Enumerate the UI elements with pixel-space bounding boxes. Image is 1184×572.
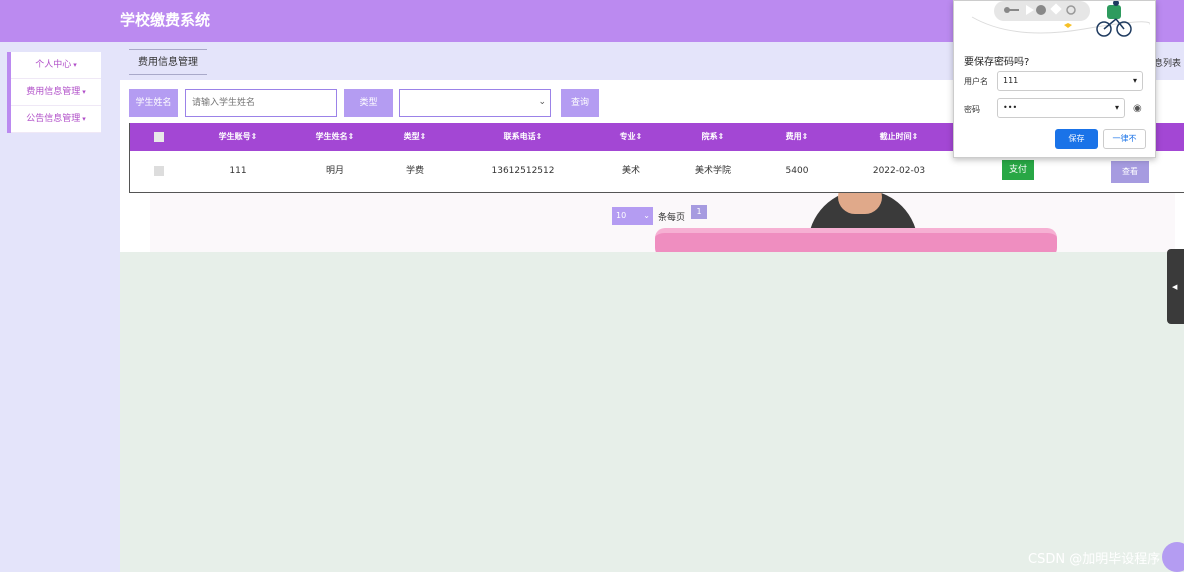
page-number-button[interactable]: 1 — [691, 205, 707, 219]
tab-list-fragment[interactable]: 息列表 — [1154, 56, 1181, 69]
save-password-popup: 要保存密码吗? 用户名 111 ▾ 密码 ••• ▾ ◉ 保存 一律不 — [953, 0, 1156, 158]
sort-icon: ⇕ — [635, 132, 643, 141]
floating-circle-button[interactable] — [1162, 542, 1184, 572]
type-select[interactable]: ⌄ — [399, 89, 551, 117]
caret-down-icon: ▾ — [82, 88, 86, 96]
page-size-select[interactable]: 10 ⌄ — [612, 207, 653, 225]
background-card-illustration — [655, 228, 1057, 252]
caret-down-icon: ▾ — [1132, 76, 1137, 85]
password-value: ••• — [1003, 103, 1018, 112]
cell-type: 学费 — [405, 166, 424, 176]
save-password-title: 要保存密码吗? — [964, 57, 1030, 68]
sort-icon: ⇕ — [911, 132, 919, 141]
caret-down-icon: ▾ — [1114, 103, 1119, 112]
sort-icon: ⇕ — [717, 132, 725, 141]
never-save-button[interactable]: 一律不 — [1103, 129, 1146, 149]
student-name-label: 学生姓名 — [129, 89, 178, 117]
page-size-value: 10 — [616, 211, 627, 220]
eye-icon[interactable]: ◉ — [1133, 103, 1142, 114]
column-header-fee[interactable]: 费用⇕ — [774, 123, 820, 151]
sidebar-item-label: 费用信息管理 — [26, 87, 81, 97]
cell-deadline: 2022-02-03 — [872, 166, 926, 176]
pay-button[interactable]: 支付 — [1002, 160, 1034, 180]
username-value: 111 — [1003, 76, 1019, 85]
username-field[interactable]: 111 ▾ — [997, 71, 1143, 91]
row-checkbox[interactable] — [154, 166, 164, 176]
sidebar-item-label: 公告信息管理 — [26, 114, 81, 124]
chevron-down-icon: ⌄ — [538, 97, 546, 107]
type-label: 类型 — [344, 89, 393, 117]
tab-fee-management[interactable]: 费用信息管理 — [129, 49, 207, 75]
password-field[interactable]: ••• ▾ — [997, 98, 1125, 118]
select-all-checkbox[interactable] — [154, 132, 164, 142]
sidebar-item-personal-center[interactable]: 个人中心 ▾ — [11, 52, 101, 79]
sidebar: 个人中心 ▾ 费用信息管理 ▾ 公告信息管理 ▾ — [7, 52, 101, 133]
watermark-text: CSDN @加明毕设程序 — [1028, 552, 1161, 567]
password-illustration — [971, 1, 1150, 37]
student-name-input[interactable] — [185, 89, 337, 117]
sort-icon: ⇕ — [250, 132, 258, 141]
column-header-student-account[interactable]: 学生账号⇕ — [203, 123, 273, 151]
cell-student-name: 明月 — [325, 166, 344, 176]
username-label: 用户名 — [964, 77, 988, 86]
column-header-type[interactable]: 类型⇕ — [390, 123, 440, 151]
column-header-phone[interactable]: 联系电话⇕ — [483, 123, 563, 151]
drawer-handle-icon: ◀ — [1172, 283, 1178, 291]
sidebar-item-label: 个人中心 — [35, 60, 72, 70]
caret-down-icon: ▾ — [82, 115, 86, 123]
column-header-department[interactable]: 院系⇕ — [690, 123, 736, 151]
cell-major: 美术 — [621, 166, 640, 176]
password-label: 密码 — [964, 105, 980, 114]
query-button[interactable]: 查询 — [561, 89, 599, 117]
app-title: 学校缴费系统 — [120, 11, 211, 29]
cell-fee: 5400 — [785, 166, 809, 176]
sort-icon: ⇕ — [347, 132, 355, 141]
sidebar-item-fee-management[interactable]: 费用信息管理 ▾ — [11, 79, 101, 106]
column-header-deadline[interactable]: 截止时间⇕ — [859, 123, 939, 151]
sort-icon: ⇕ — [419, 132, 427, 141]
caret-down-icon: ▾ — [73, 61, 77, 69]
sidebar-item-notice-management[interactable]: 公告信息管理 ▾ — [11, 106, 101, 133]
save-password-button[interactable]: 保存 — [1055, 129, 1098, 149]
cell-student-account: 111 — [229, 166, 247, 176]
per-page-label: 条每页 — [658, 213, 686, 223]
column-header-student-name[interactable]: 学生姓名⇕ — [300, 123, 370, 151]
sort-icon: ⇕ — [535, 132, 543, 141]
chevron-down-icon: ⌄ — [643, 211, 650, 220]
column-header-major[interactable]: 专业⇕ — [608, 123, 654, 151]
side-drawer-tab[interactable]: ◀ — [1167, 249, 1184, 324]
cell-department: 美术学院 — [694, 166, 731, 176]
cell-phone: 13612512512 — [491, 166, 555, 176]
sort-icon: ⇕ — [801, 132, 809, 141]
view-button[interactable]: 查看 — [1111, 161, 1149, 183]
